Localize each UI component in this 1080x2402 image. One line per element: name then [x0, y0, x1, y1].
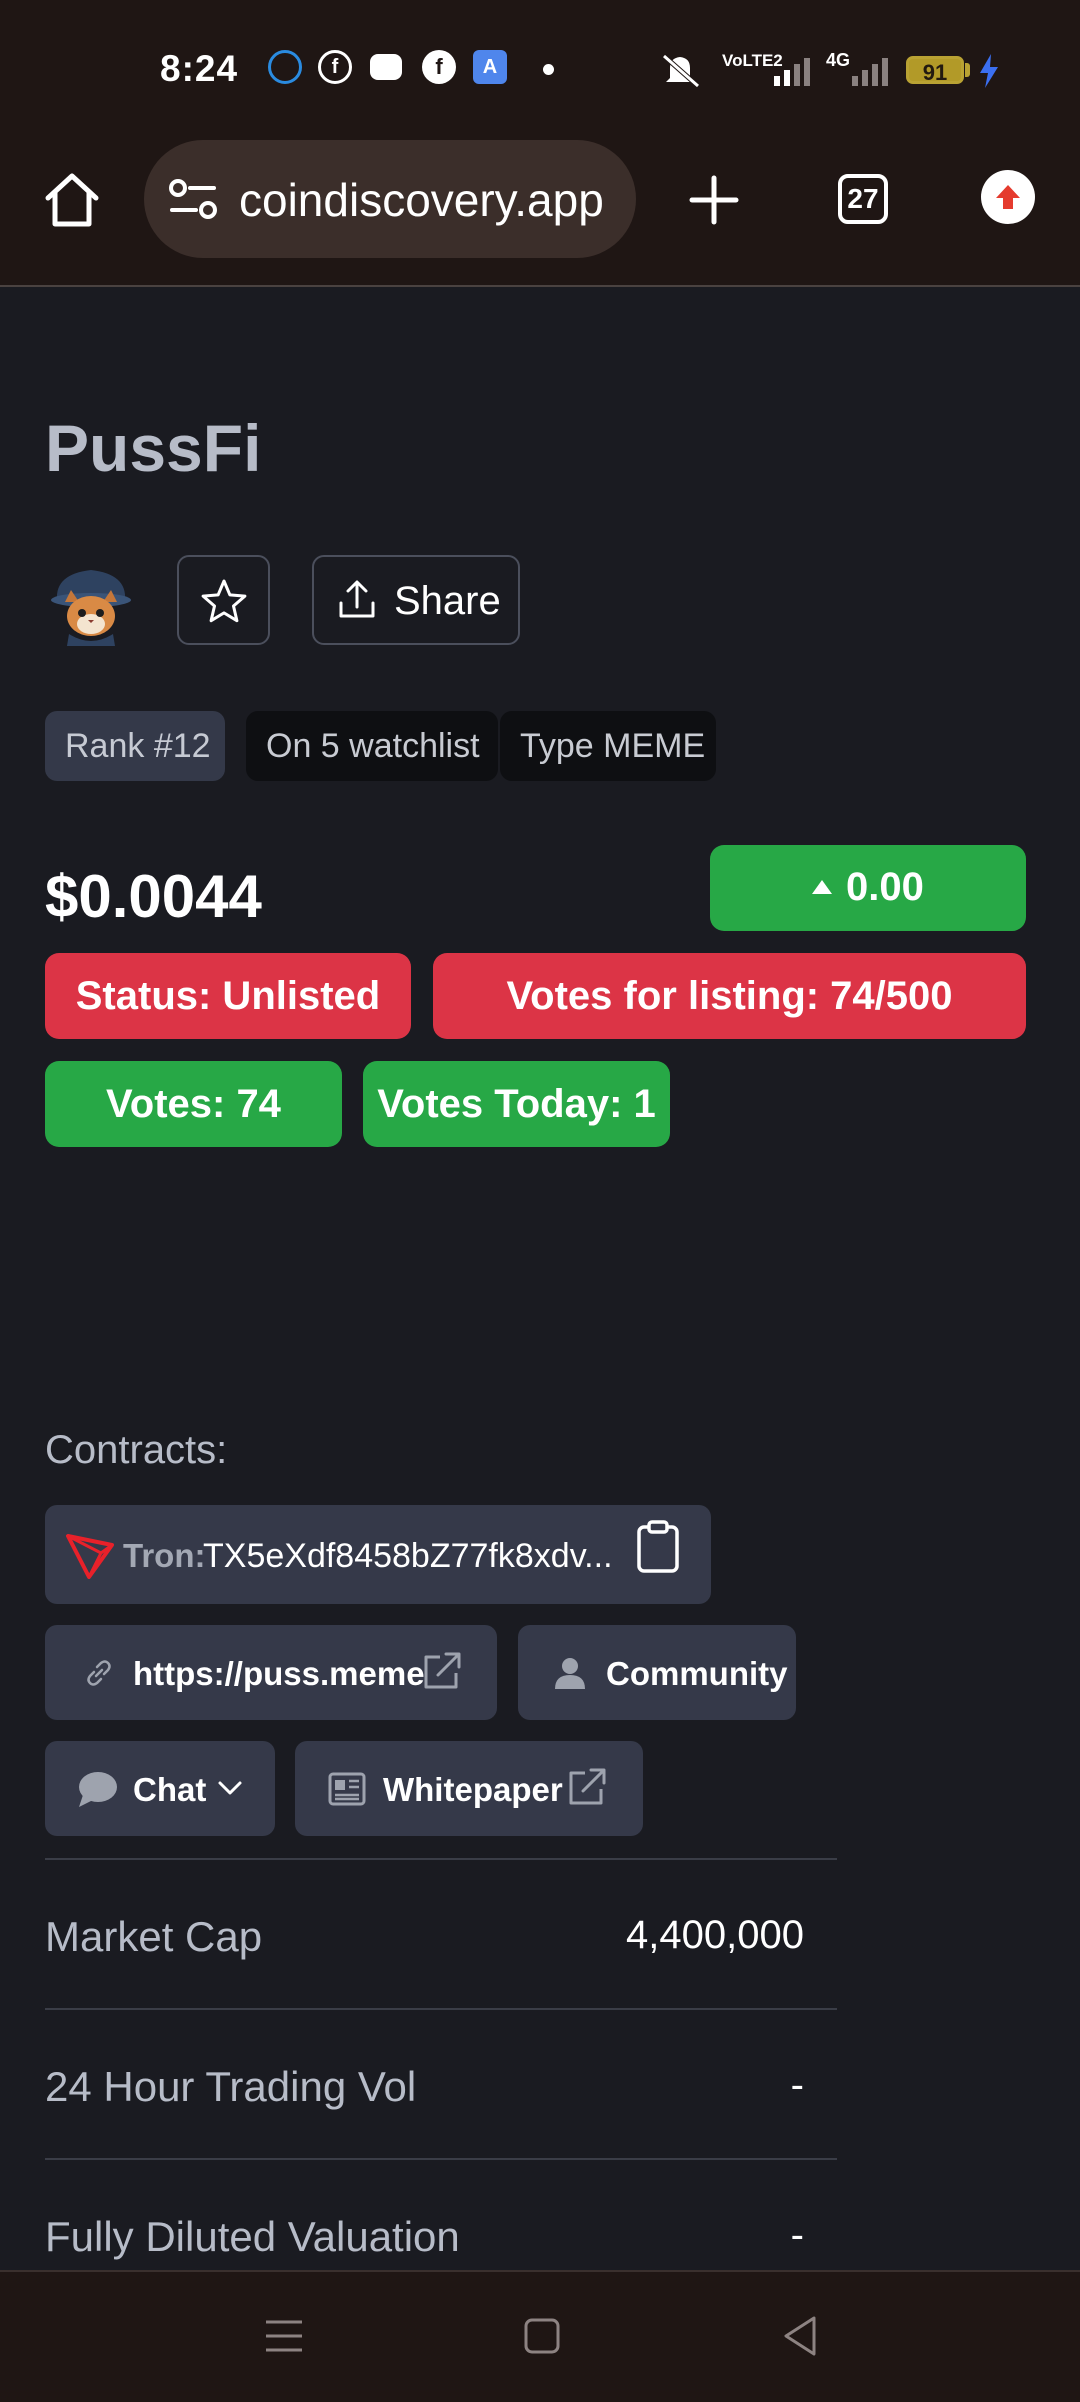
- share-label: Share: [394, 579, 501, 623]
- new-tab-icon[interactable]: [688, 174, 740, 226]
- translate-icon: A: [473, 50, 507, 84]
- document-icon: [328, 1772, 366, 1806]
- more-notifications-dot: [543, 64, 554, 75]
- favorite-button[interactable]: [177, 555, 270, 645]
- contracts-label: Contracts:: [45, 1428, 228, 1472]
- votes-for-listing-badge: Votes for listing: 74/500: [433, 953, 1026, 1039]
- chat-bubble-icon: [79, 1772, 117, 1807]
- contract-address-row[interactable]: Tron: TX5eXdf8458bZ77fk8xdv...: [45, 1505, 711, 1604]
- home-nav-icon[interactable]: [522, 2316, 562, 2356]
- divider: [45, 2008, 837, 2010]
- share-button[interactable]: Share: [312, 555, 520, 645]
- signal-icon-1: [774, 58, 810, 86]
- menu-icon[interactable]: [262, 2316, 306, 2356]
- chevron-down-icon: [218, 1781, 242, 1795]
- browser-toolbar: coindiscovery.app 27: [0, 140, 1080, 287]
- tab-switcher-button[interactable]: 27: [838, 174, 888, 224]
- charging-icon: [980, 54, 998, 88]
- price-change-badge: 0.00: [710, 845, 1026, 931]
- update-arrow-icon: [996, 185, 1020, 209]
- back-icon[interactable]: [780, 2314, 820, 2358]
- star-icon: [201, 579, 247, 623]
- votes-today-badge: Votes Today: 1: [363, 1061, 670, 1147]
- mute-icon: [662, 54, 700, 88]
- contract-address: TX5eXdf8458bZ77fk8xdv...: [203, 1537, 613, 1575]
- network-type-label: 4G: [826, 50, 851, 70]
- price-change-value: 0.00: [846, 865, 924, 909]
- website-link[interactable]: https://puss.meme: [45, 1625, 497, 1720]
- divider: [45, 2158, 837, 2160]
- battery-tip: [965, 63, 970, 77]
- tron-icon: [66, 1534, 114, 1579]
- coin-logo: [51, 570, 131, 646]
- coin-price: $0.0044: [45, 863, 262, 930]
- facebook-icon: f: [318, 50, 352, 84]
- community-button[interactable]: Community: [518, 1625, 796, 1720]
- whitepaper-label: Whitepaper: [383, 1771, 563, 1808]
- rank-badge: Rank #12: [45, 711, 225, 781]
- community-label: Community: [606, 1655, 788, 1692]
- site-settings-icon[interactable]: [168, 176, 220, 222]
- whitepaper-link[interactable]: Whitepaper: [295, 1741, 643, 1836]
- home-icon[interactable]: [42, 170, 102, 230]
- system-navigation-bar: [0, 2270, 1080, 2402]
- copy-icon[interactable]: [635, 1519, 681, 1575]
- facebook-icon: f: [422, 50, 456, 84]
- address-bar[interactable]: coindiscovery.app: [144, 140, 636, 258]
- browser-update-button[interactable]: [981, 170, 1035, 224]
- battery-indicator: 91: [906, 56, 964, 85]
- share-icon: [339, 580, 375, 618]
- caret-up-icon: [812, 880, 832, 894]
- chat-label: Chat: [133, 1771, 207, 1808]
- chat-dropdown[interactable]: Chat: [45, 1741, 275, 1836]
- stat-value-market-cap: 4,400,000: [626, 1913, 804, 1957]
- stat-value-fdv: -: [790, 2213, 804, 2257]
- stat-value-trading-vol: -: [790, 2063, 804, 2107]
- coin-name: PussFi: [45, 411, 262, 485]
- stat-label-fdv: Fully Diluted Valuation: [45, 2213, 460, 2260]
- link-icon: [87, 1660, 111, 1686]
- website-url: https://puss.meme: [133, 1655, 425, 1692]
- votes-badge[interactable]: Votes: 74: [45, 1061, 342, 1147]
- user-icon: [555, 1658, 585, 1689]
- external-link-icon: [424, 1652, 461, 1689]
- watchlist-badge: On 5 watchlist: [246, 711, 498, 781]
- discord-icon: [370, 54, 402, 80]
- stat-label-market-cap: Market Cap: [45, 1913, 263, 1960]
- url-text[interactable]: coindiscovery.app: [239, 173, 604, 227]
- status-bar: 8:24 f f A VoLTE2 4G 91: [0, 0, 1080, 140]
- listing-status-badge: Status: Unlisted: [45, 953, 411, 1039]
- external-link-icon: [569, 1768, 606, 1805]
- signal-icon-2: [852, 58, 888, 86]
- type-badge: Type MEME: [500, 711, 716, 781]
- imo-icon: [268, 50, 302, 84]
- contract-chain: Tron:: [123, 1537, 206, 1574]
- stat-label-trading-vol: 24 Hour Trading Vol: [45, 2063, 417, 2110]
- divider: [45, 1858, 837, 1860]
- status-time: 8:24: [160, 48, 239, 89]
